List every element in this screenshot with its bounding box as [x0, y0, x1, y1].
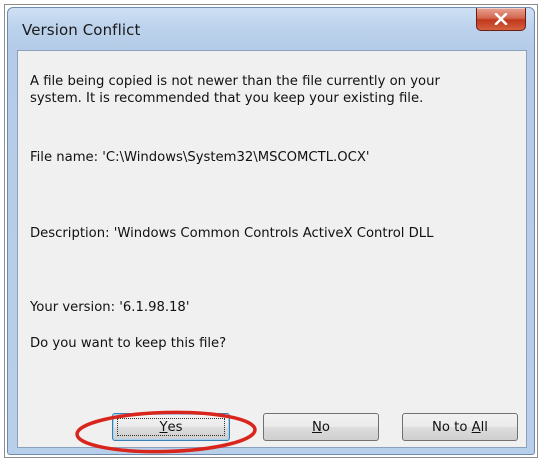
description-label: Description: 'Windows Common Controls Ac… — [30, 226, 434, 241]
keep-file-question: Do you want to keep this file? — [30, 336, 227, 351]
screenshot-frame: Version Conflict A file being copied is … — [4, 4, 538, 458]
no-button-label: o — [321, 419, 330, 435]
no-to-all-button[interactable]: No to All — [402, 413, 518, 441]
your-version-label: Your version: '6.1.98.18' — [30, 300, 190, 315]
window-title: Version Conflict — [22, 21, 141, 39]
conflict-message-line: system. It is recommended that you keep … — [30, 91, 424, 106]
conflict-message: A file being copied is not newer than th… — [30, 73, 440, 107]
conflict-message-line: A file being copied is not newer than th… — [30, 74, 440, 89]
close-icon — [494, 13, 508, 25]
close-button[interactable] — [476, 8, 526, 31]
no-button-mnemonic: N — [312, 419, 322, 435]
no-button[interactable]: No — [263, 413, 379, 441]
title-bar[interactable]: Version Conflict — [8, 8, 534, 50]
dialog-window: Version Conflict A file being copied is … — [7, 7, 535, 455]
focus-rectangle — [117, 418, 225, 436]
no-to-all-button-label: ll — [480, 419, 488, 435]
no-to-all-button-prefix: No to — [432, 419, 472, 435]
file-name-label: File name: 'C:\Windows\System32\MSCOMCTL… — [30, 150, 370, 165]
dialog-content: A file being copied is not newer than th… — [17, 50, 527, 448]
yes-button[interactable]: Yes — [112, 413, 230, 441]
no-to-all-button-mnemonic: A — [471, 419, 481, 435]
